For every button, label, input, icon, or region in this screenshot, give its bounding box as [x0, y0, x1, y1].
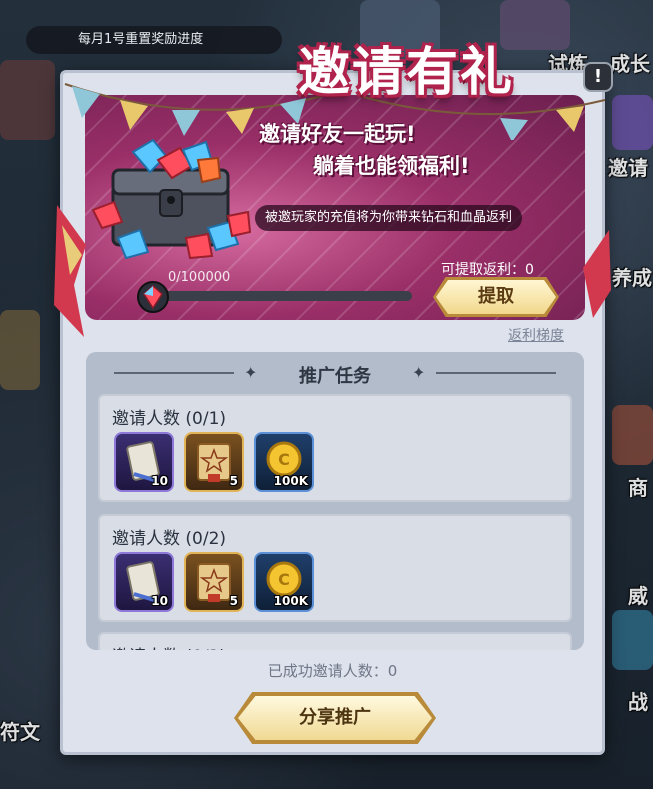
reward-scroll-map[interactable]: 10	[114, 552, 174, 612]
side-label-rune[interactable]: 符文	[0, 716, 40, 745]
side-label-battle[interactable]: 战	[628, 686, 648, 715]
svg-text:C: C	[278, 450, 290, 469]
side-label-develop[interactable]: 养成	[612, 262, 652, 291]
promotion-task-list[interactable]: ✦ 推广任务 ✦ 邀请人数 (0/1) 10 5 C 100K 邀请人数 (0/…	[86, 352, 584, 650]
side-label-invite[interactable]: 邀请	[608, 152, 648, 181]
task-label: 邀请人数 (0/2)	[112, 529, 227, 549]
task-label: 邀请人数 (0/1)	[112, 409, 227, 429]
task-list-title: 推广任务	[299, 366, 371, 387]
task-label: 邀请人数 (0/3)	[112, 642, 226, 650]
side-label-shop[interactable]: 商	[628, 472, 648, 501]
rebate-tier-link[interactable]: 返利梯度	[508, 325, 564, 345]
bg-hero-icon	[0, 60, 55, 140]
left-ribbon-icon	[54, 205, 86, 337]
rebate-description: 被邀玩家的充值将为你带来钻石和血晶返利	[255, 205, 523, 231]
reward-star-scroll[interactable]: 5	[184, 552, 244, 612]
bg-gift-icon[interactable]	[612, 95, 653, 150]
treasure-chest-icon	[91, 138, 252, 260]
reward-gold-coin[interactable]: C 100K	[254, 432, 314, 492]
task-card: 邀请人数 (0/2) 10 5 C 100K	[98, 514, 572, 622]
reward-count: 100K	[273, 594, 308, 608]
progress-value: 0/100000	[168, 270, 231, 285]
gem-icon	[137, 281, 169, 313]
svg-text:C: C	[278, 570, 290, 589]
bg-girl-icon	[0, 310, 40, 390]
task-card: 邀请人数 (0/3)	[98, 632, 572, 650]
slogan-line-2: 躺着也能领福利!	[313, 154, 470, 178]
reward-count: 5	[229, 594, 238, 608]
claim-button[interactable]: 提取	[436, 280, 556, 314]
reward-count: 100K	[273, 474, 308, 488]
page-title: 邀请有礼	[298, 43, 515, 103]
side-label-power[interactable]: 威	[628, 580, 648, 609]
reward-scroll-map[interactable]: 10	[114, 432, 174, 492]
reward-gold-coin[interactable]: C 100K	[254, 552, 314, 612]
invited-count: 已成功邀请人数：0	[267, 662, 398, 680]
bg-shop-icon[interactable]	[612, 405, 653, 465]
reward-count: 5	[229, 474, 238, 488]
header-star-icon-right: ✦	[412, 363, 426, 382]
available-rebate: 可提取返利：0	[441, 262, 534, 278]
reward-count: 10	[151, 474, 168, 488]
right-ribbon-icon	[583, 230, 611, 318]
task-card: 邀请人数 (0/1) 10 5 C 100K	[98, 394, 572, 502]
side-label-growth[interactable]: 成长	[610, 48, 650, 77]
reward-star-scroll[interactable]: 5	[184, 432, 244, 492]
rebate-progress-bar	[160, 291, 412, 301]
share-button[interactable]: 分享推广	[238, 696, 432, 740]
reward-count: 10	[151, 594, 168, 608]
info-button[interactable]: !	[583, 62, 613, 92]
task-list-header: ✦ 推广任务 ✦	[86, 352, 584, 392]
header-divider-right	[436, 372, 556, 374]
monthly-reset-banner: 每月1号重置奖励进度	[26, 26, 282, 54]
slogan-line-1: 邀请好友一起玩!	[259, 122, 416, 146]
